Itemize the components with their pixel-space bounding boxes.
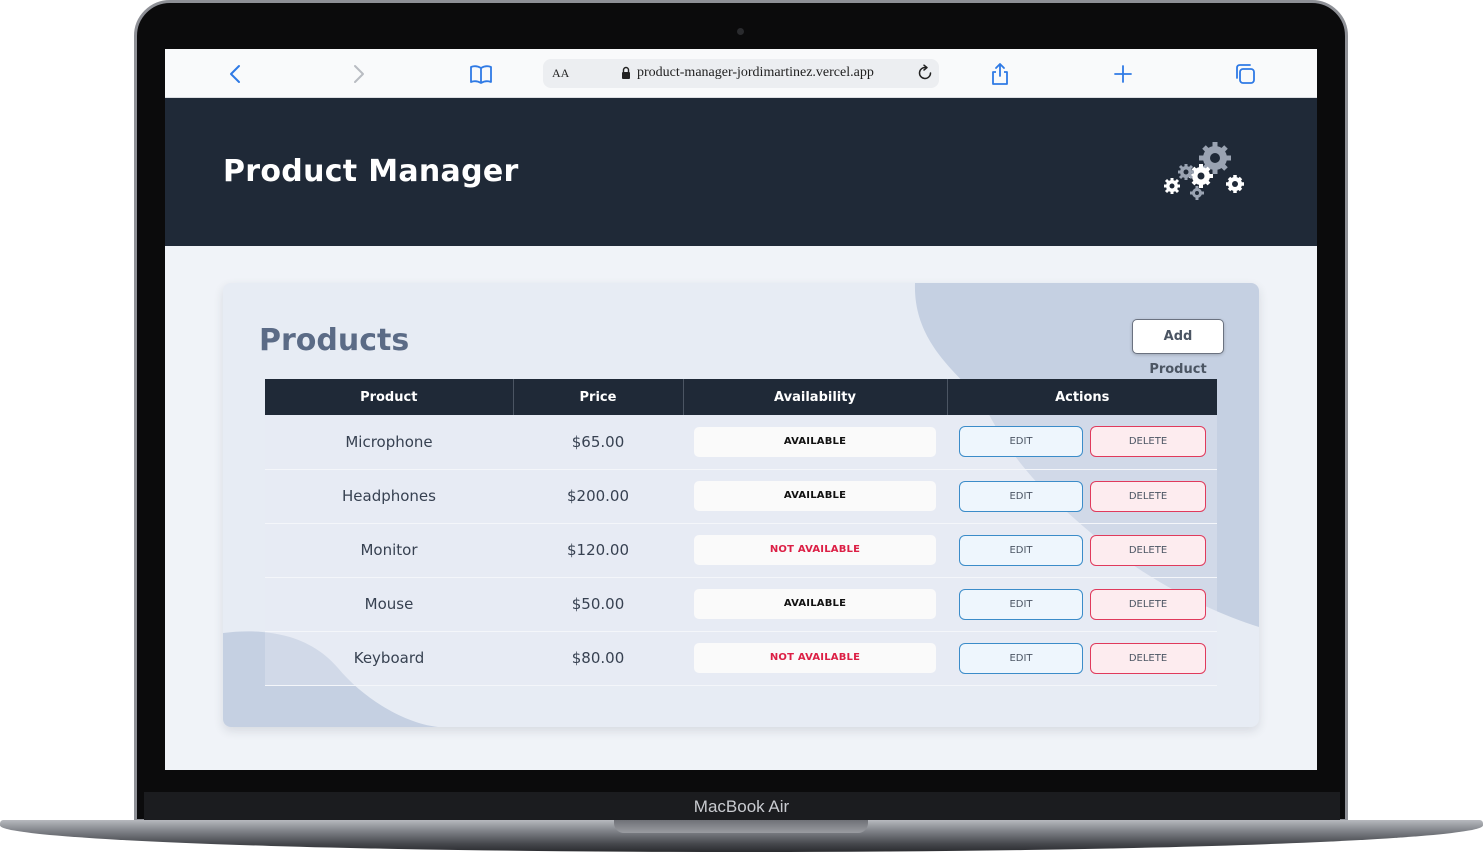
- book-icon[interactable]: [468, 61, 494, 87]
- share-icon[interactable]: [987, 61, 1013, 87]
- price-cell: $80.00: [571, 649, 625, 667]
- product-name-cell: Keyboard: [353, 649, 425, 667]
- availability-badge: AVAILABLE: [694, 481, 936, 511]
- actions-cell: EDIT DELETE: [947, 577, 1217, 631]
- availability-badge: NOT AVAILABLE: [694, 643, 936, 673]
- edit-button[interactable]: EDIT: [959, 534, 1083, 566]
- edit-button[interactable]: EDIT: [959, 588, 1083, 620]
- price-cell: $50.00: [571, 595, 625, 613]
- screen: AA product-manager-jordimartinez.vercel.…: [165, 49, 1317, 770]
- product-name-cell: Microphone: [345, 432, 433, 451]
- table-row: Keyboard $80.00 NOT AVAILABLE EDIT DELET…: [265, 631, 1217, 685]
- address-bar[interactable]: AA product-manager-jordimartinez.vercel.…: [543, 59, 939, 88]
- availability-cell: NOT AVAILABLE: [683, 631, 947, 685]
- edit-button[interactable]: EDIT: [959, 426, 1083, 458]
- price-cell: $65.00: [571, 432, 625, 451]
- url-text: product-manager-jordimartinez.vercel.app: [637, 65, 874, 80]
- table-row: Headphones $200.00 AVAILABLE EDIT DELETE: [265, 469, 1217, 523]
- reload-icon[interactable]: [915, 63, 935, 83]
- products-card: Products Add Product Product Price Avail…: [223, 283, 1259, 727]
- price-cell: $120.00: [566, 541, 630, 559]
- delete-button[interactable]: DELETE: [1090, 588, 1206, 620]
- availability-cell: AVAILABLE: [683, 415, 947, 469]
- chevron-left-icon[interactable]: [223, 61, 249, 87]
- actions-cell: EDIT DELETE: [947, 631, 1217, 685]
- availability-cell: AVAILABLE: [683, 469, 947, 523]
- product-name-cell: Monitor: [360, 541, 418, 559]
- column-header-availability: Availability: [683, 379, 948, 415]
- products-table: Product Price Availability Actions Micro…: [265, 379, 1217, 686]
- actions-cell: EDIT DELETE: [947, 523, 1217, 577]
- table-row: Monitor $120.00 NOT AVAILABLE EDIT DELET…: [265, 523, 1217, 577]
- delete-button[interactable]: DELETE: [1090, 480, 1206, 512]
- product-name-cell: Headphones: [342, 487, 436, 505]
- column-header-product: Product: [265, 379, 514, 415]
- camera-dot: [737, 28, 744, 35]
- app-title: Product Manager: [223, 154, 519, 189]
- availability-cell: AVAILABLE: [683, 577, 947, 631]
- availability-badge: AVAILABLE: [694, 589, 936, 619]
- table-row: Microphone $65.00 AVAILABLE EDIT DELETE: [265, 415, 1217, 469]
- app-header: Product Manager: [165, 98, 1317, 246]
- browser-toolbar: AA product-manager-jordimartinez.vercel.…: [165, 49, 1317, 98]
- chevron-right-icon[interactable]: [345, 61, 371, 87]
- actions-cell: EDIT DELETE: [947, 415, 1217, 469]
- edit-button[interactable]: EDIT: [959, 642, 1083, 674]
- laptop-notch: [614, 820, 868, 833]
- delete-button[interactable]: DELETE: [1090, 534, 1206, 566]
- gears-icon: [1155, 142, 1251, 202]
- column-header-actions: Actions: [1055, 389, 1110, 405]
- delete-button[interactable]: DELETE: [1090, 426, 1206, 458]
- product-name-cell: Mouse: [364, 595, 414, 613]
- delete-button[interactable]: DELETE: [1090, 642, 1206, 674]
- availability-badge: AVAILABLE: [694, 426, 936, 457]
- table-header-row: Product Price Availability Actions: [265, 379, 1217, 415]
- plus-icon[interactable]: [1110, 61, 1136, 87]
- availability-cell: NOT AVAILABLE: [683, 523, 947, 577]
- edit-button[interactable]: EDIT: [959, 480, 1083, 512]
- card-title: Products: [259, 323, 410, 358]
- column-header-price: Price: [513, 379, 684, 415]
- lock-icon: [621, 66, 631, 80]
- availability-badge: NOT AVAILABLE: [694, 535, 936, 565]
- tabs-icon[interactable]: [1233, 61, 1259, 87]
- price-cell: $200.00: [566, 487, 630, 505]
- device-label: MacBook Air: [693, 797, 790, 816]
- text-size-button[interactable]: AA: [552, 66, 569, 81]
- add-product-button[interactable]: Add Product: [1132, 319, 1224, 377]
- table-row: Mouse $50.00 AVAILABLE EDIT DELETE: [265, 577, 1217, 631]
- actions-cell: EDIT DELETE: [947, 469, 1217, 523]
